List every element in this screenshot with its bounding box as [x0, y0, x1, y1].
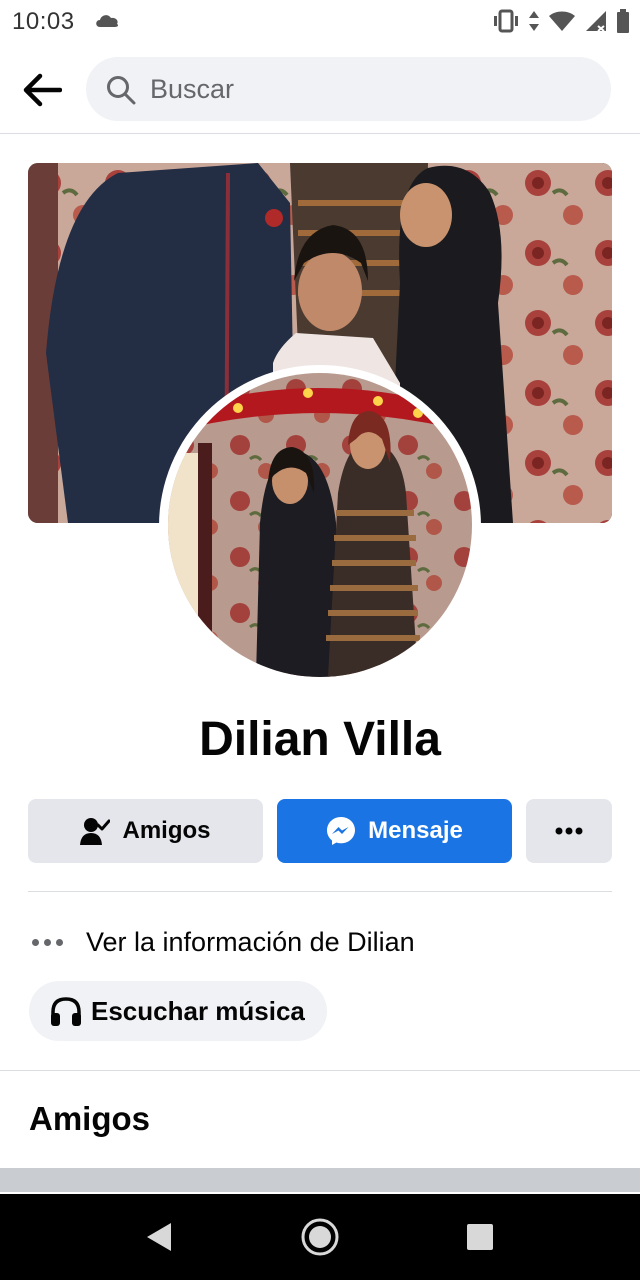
profile-avatar[interactable]: [168, 373, 472, 677]
wifi-icon: [548, 10, 576, 37]
section-gap: [0, 1168, 640, 1192]
messenger-icon: [327, 817, 356, 845]
search-icon: [106, 75, 136, 110]
search-placeholder: Buscar: [150, 74, 235, 104]
divider: [28, 891, 612, 892]
message-button-label: Mensaje: [368, 817, 463, 844]
vibrate-icon: [492, 9, 520, 38]
nav-back-button[interactable]: [134, 1212, 184, 1262]
headphones-icon: [51, 997, 81, 1026]
data-arrows-icon: [528, 10, 540, 37]
friends-button-label: Amigos: [122, 817, 211, 844]
back-arrow-icon: [23, 73, 62, 107]
cloud-icon: [94, 12, 120, 33]
more-options-button[interactable]: [526, 799, 612, 863]
nav-home-icon: [301, 1218, 339, 1256]
listen-music-button[interactable]: Escuchar música: [29, 981, 327, 1041]
signal-icon: [584, 10, 608, 37]
message-button[interactable]: Mensaje: [277, 799, 512, 863]
nav-back-icon: [147, 1223, 171, 1251]
top-header: Buscar: [0, 44, 640, 134]
see-info-link[interactable]: Ver la información de Dilian: [28, 920, 415, 964]
back-button[interactable]: [18, 66, 66, 114]
navigation-bar: [0, 1194, 640, 1280]
profile-name: Dilian Villa: [199, 713, 441, 766]
listen-music-label: Escuchar música: [91, 995, 305, 1026]
friend-check-icon: [80, 818, 111, 845]
more-dots-icon: [555, 827, 583, 835]
status-icons: [492, 9, 630, 38]
nav-recents-button[interactable]: [455, 1212, 505, 1262]
friends-section-title: Amigos: [29, 1100, 151, 1137]
dots-icon: [32, 938, 68, 946]
nav-home-button[interactable]: [295, 1212, 345, 1262]
nav-recents-icon: [467, 1224, 493, 1250]
search-input[interactable]: Buscar: [86, 57, 611, 121]
status-time: 10:03: [12, 8, 75, 35]
friends-button[interactable]: Amigos: [28, 799, 263, 863]
status-bar: 10:03: [0, 0, 640, 44]
see-info-label: Ver la información de Dilian: [86, 926, 415, 957]
battery-icon: [616, 9, 630, 38]
section-separator: [0, 1070, 640, 1071]
